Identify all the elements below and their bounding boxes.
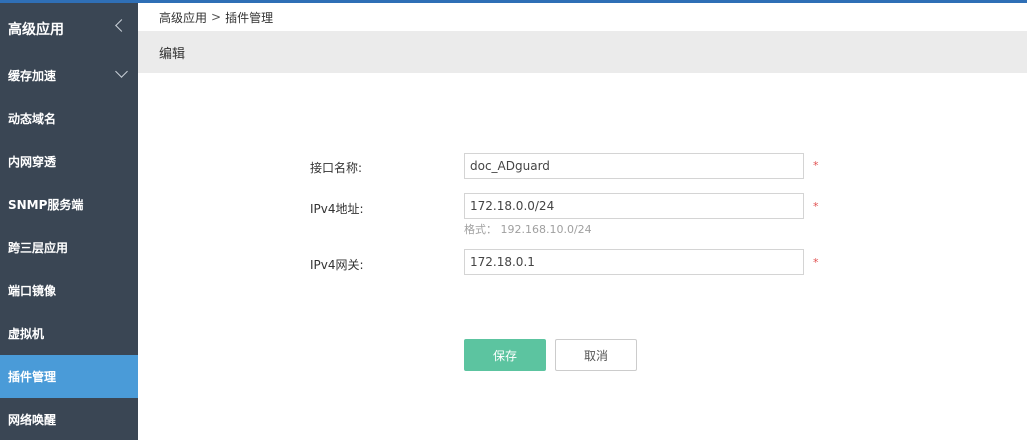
sidebar-item-wake-on-lan[interactable]: 网络唤醒 bbox=[0, 398, 138, 440]
sidebar-item-layer3-app[interactable]: 跨三层应用 bbox=[0, 226, 138, 269]
sidebar-item-ddns[interactable]: 动态域名 bbox=[0, 97, 138, 140]
save-button[interactable]: 保存 bbox=[464, 339, 546, 371]
breadcrumb-separator: > bbox=[211, 10, 222, 24]
section-title: 编辑 bbox=[159, 46, 186, 62]
cancel-button[interactable]: 取消 bbox=[555, 339, 637, 371]
ipv4-address-required-mark: * bbox=[813, 200, 819, 213]
sidebar-item-plugin-management[interactable]: 插件管理 bbox=[0, 355, 138, 398]
ipv4-address-format-hint: 格式： 192.168.10.0/24 bbox=[464, 223, 592, 236]
sidebar-item-label: SNMP服务端 bbox=[8, 198, 84, 212]
sidebar-item-cache-acceleration[interactable]: 缓存加速 bbox=[0, 54, 138, 97]
sidebar-item-virtual-machine[interactable]: 虚拟机 bbox=[0, 312, 138, 355]
sidebar-item-intranet-penetration[interactable]: 内网穿透 bbox=[0, 140, 138, 183]
main-content: 高级应用 > 插件管理 编辑 接口名称: * IPv4地址: * 格式： 192… bbox=[138, 3, 1027, 440]
sidebar-item-label: 动态域名 bbox=[8, 112, 57, 126]
breadcrumb-current: 插件管理 bbox=[225, 10, 274, 25]
breadcrumb-parent[interactable]: 高级应用 bbox=[159, 9, 207, 26]
ipv4-gateway-input[interactable] bbox=[464, 249, 804, 275]
sidebar-item-snmp-server[interactable]: SNMP服务端 bbox=[0, 183, 138, 226]
ipv4-gateway-label: IPv4网关: bbox=[310, 258, 364, 272]
sidebar-header-label: 高级应用 bbox=[8, 21, 64, 38]
sidebar-item-label: 虚拟机 bbox=[8, 327, 45, 341]
section-title-bar: 编辑 bbox=[138, 31, 1027, 73]
interface-name-input[interactable] bbox=[464, 153, 804, 179]
sidebar-item-label: 跨三层应用 bbox=[8, 241, 69, 255]
sidebar-item-label: 端口镜像 bbox=[8, 284, 57, 298]
sidebar-item-label: 网络唤醒 bbox=[8, 413, 57, 427]
ipv4-address-input[interactable] bbox=[464, 193, 804, 219]
sidebar-item-label: 插件管理 bbox=[8, 370, 57, 384]
chevron-left-icon[interactable] bbox=[115, 19, 128, 32]
chevron-down-icon bbox=[115, 65, 128, 78]
breadcrumb: 高级应用 > 插件管理 bbox=[138, 3, 1027, 31]
sidebar: 高级应用 缓存加速 动态域名 内网穿透 SNMP服务端 跨三层应用 端口镜像 虚… bbox=[0, 3, 138, 440]
interface-name-required-mark: * bbox=[813, 159, 819, 172]
sidebar-item-label: 缓存加速 bbox=[8, 69, 57, 83]
interface-name-label: 接口名称: bbox=[310, 161, 363, 175]
sidebar-item-port-mirroring[interactable]: 端口镜像 bbox=[0, 269, 138, 312]
ipv4-gateway-required-mark: * bbox=[813, 256, 819, 269]
sidebar-header[interactable]: 高级应用 bbox=[0, 3, 138, 54]
ipv4-address-label: IPv4地址: bbox=[310, 202, 364, 216]
sidebar-item-label: 内网穿透 bbox=[8, 155, 57, 169]
